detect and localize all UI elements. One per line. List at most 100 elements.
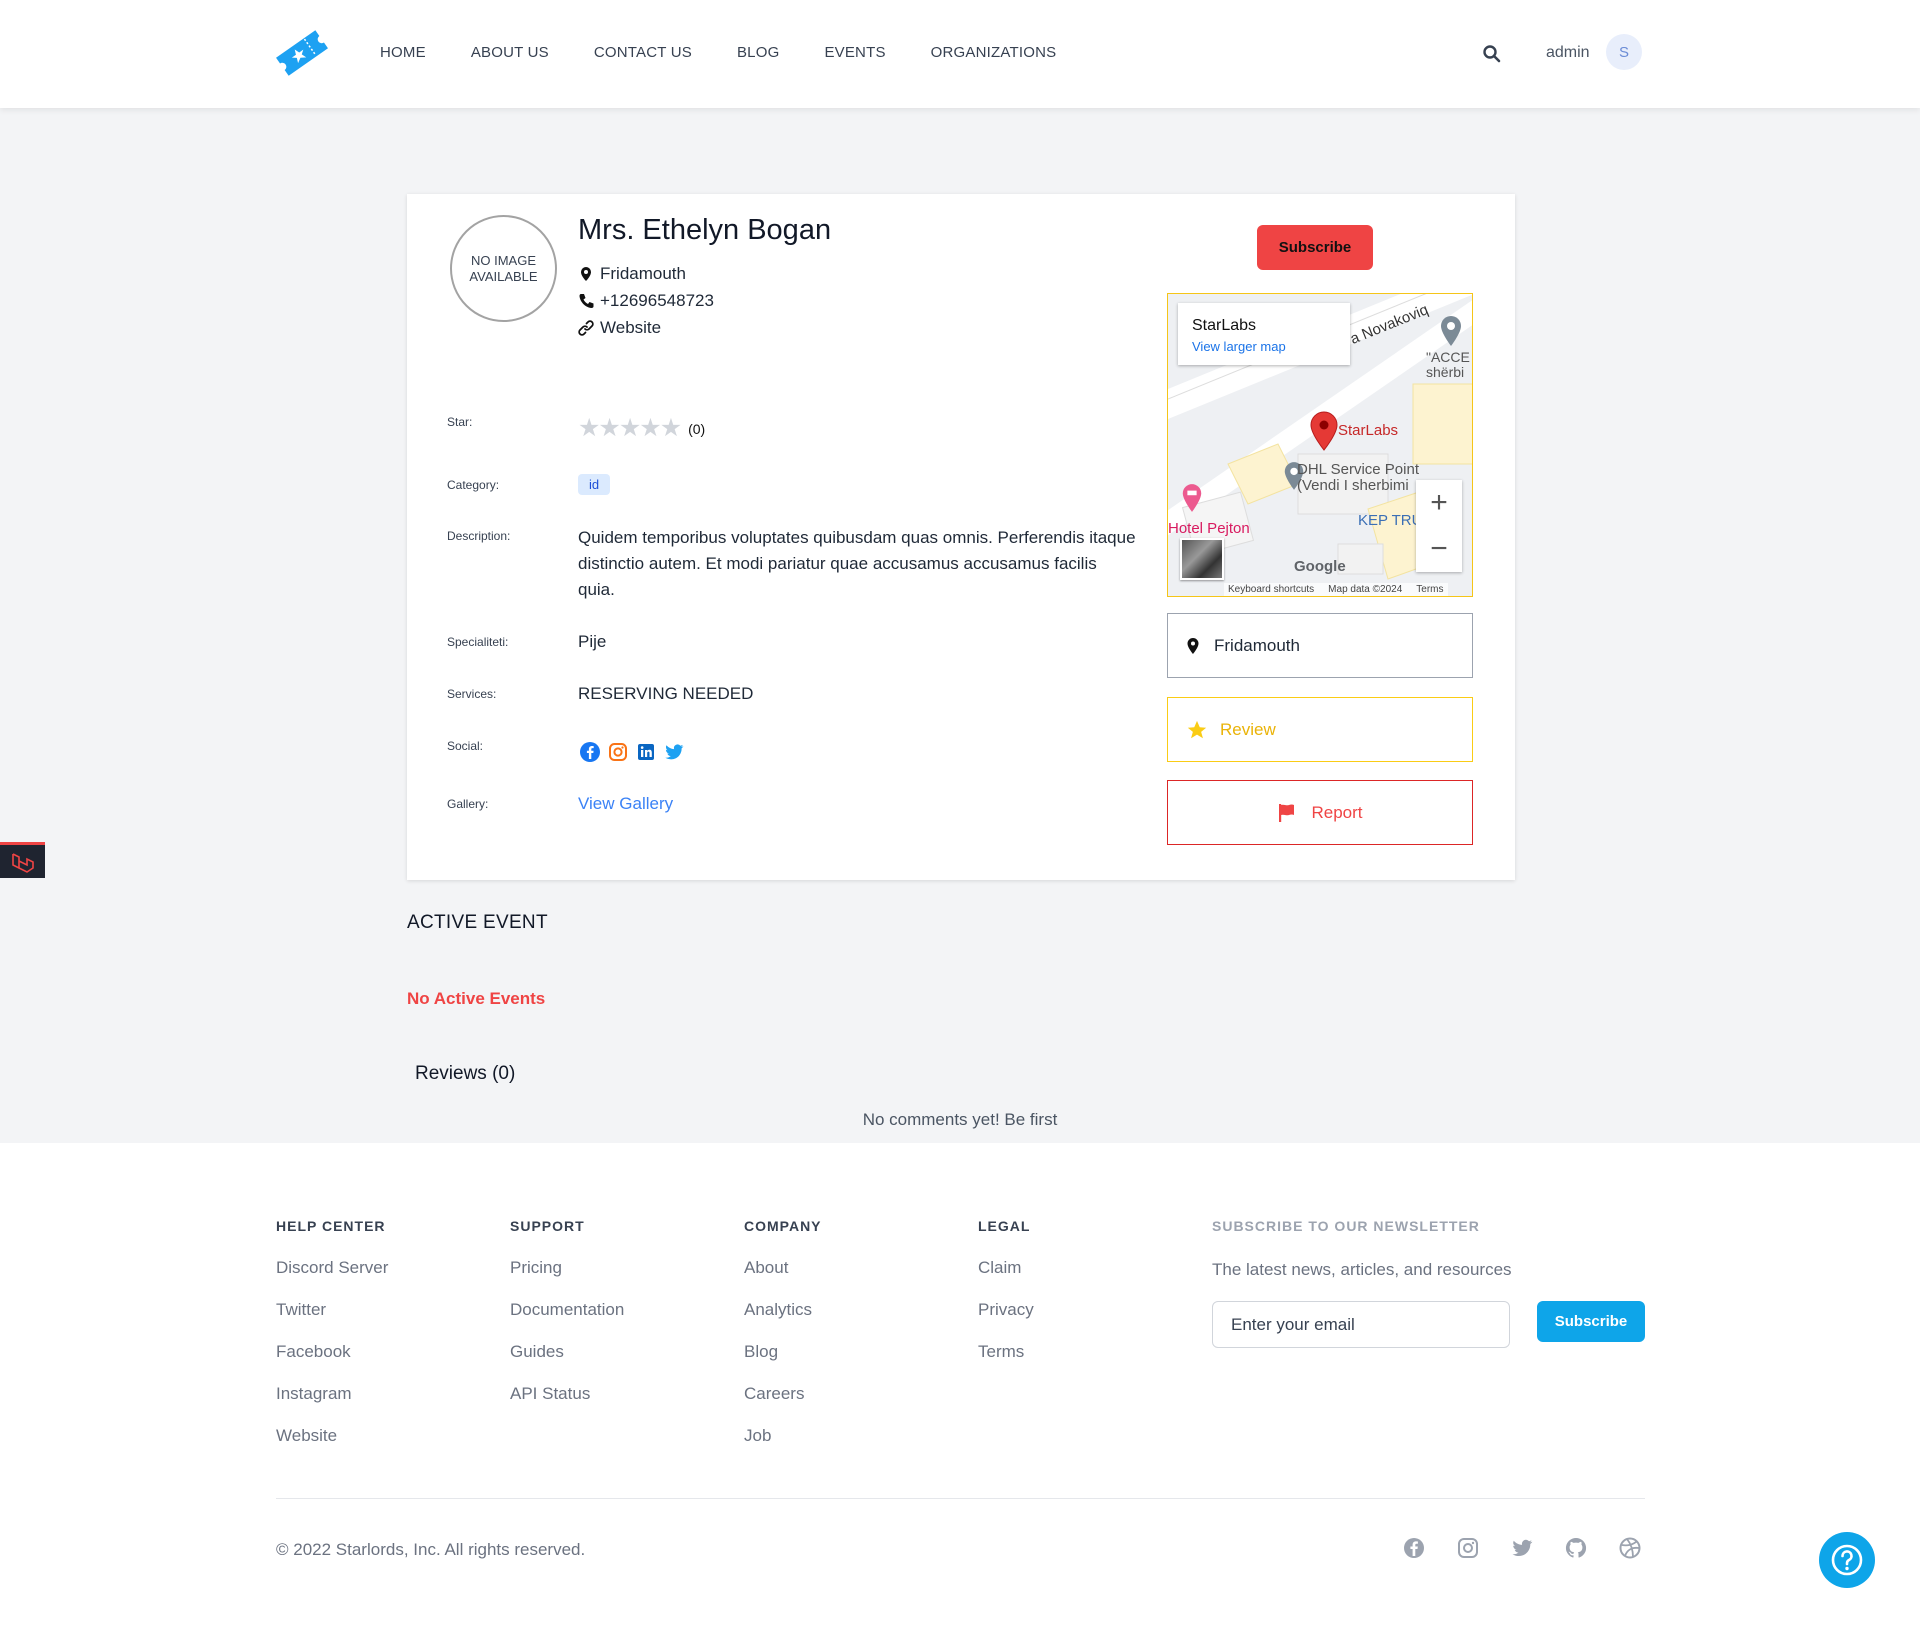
category-label: Category:	[447, 478, 500, 492]
footer-link[interactable]: Pricing	[510, 1258, 624, 1278]
main-nav: HOME ABOUT US CONTACT US BLOG EVENTS ORG…	[380, 44, 1101, 61]
footer-link[interactable]: Guides	[510, 1342, 624, 1362]
view-larger-map-link[interactable]: View larger map	[1192, 339, 1336, 354]
active-event-heading: ACTIVE EVENT	[407, 912, 548, 933]
newsletter-subscribe-button[interactable]: Subscribe	[1537, 1301, 1645, 1342]
location-map[interactable]: StarLabs View larger map a Novakoviq "AC…	[1167, 293, 1473, 597]
map-zoom-out-button[interactable]: −	[1416, 526, 1462, 572]
services-value: RESERVING NEEDED	[578, 684, 754, 703]
no-active-events-text: No Active Events	[407, 989, 546, 1008]
map-poi-acce: "ACCE shërbi	[1426, 350, 1470, 380]
nav-home[interactable]: HOME	[380, 44, 426, 61]
footer-link[interactable]: Twitter	[276, 1300, 388, 1320]
nav-contact-us[interactable]: CONTACT US	[594, 44, 692, 61]
newsletter-heading: SUBSCRIBE TO OUR NEWSLETTER	[1212, 1218, 1480, 1234]
newsletter-text: The latest news, articles, and resources	[1212, 1260, 1512, 1279]
star-icon	[1187, 720, 1207, 738]
avatar[interactable]: S	[1606, 34, 1642, 70]
footer-col-title: SUPPORT	[510, 1218, 585, 1234]
footer-divider	[276, 1498, 1645, 1499]
footer-link[interactable]: Terms	[978, 1342, 1034, 1362]
map-data-credit: Map data ©2024	[1328, 584, 1403, 595]
profile-website-link[interactable]: Website	[600, 318, 661, 338]
footer-col-title: HELP CENTER	[276, 1218, 386, 1234]
star-icon[interactable]: ★	[619, 416, 641, 441]
speciality-label: Specialiteti:	[447, 635, 509, 649]
nav-blog[interactable]: BLOG	[737, 44, 779, 61]
nav-about-us[interactable]: ABOUT US	[471, 44, 549, 61]
ticket-star-logo-icon[interactable]	[272, 26, 332, 80]
footer-link[interactable]: Job	[744, 1426, 822, 1446]
search-icon[interactable]	[1482, 44, 1502, 64]
reviews-heading: Reviews (0)	[415, 1063, 516, 1084]
debugbar-toggle[interactable]	[0, 842, 45, 878]
nav-organizations[interactable]: ORGANIZATIONS	[931, 44, 1057, 61]
organizer-profile-card: NO IMAGE AVAILABLE Mrs. Ethelyn Bogan Fr…	[407, 194, 1515, 880]
location-box[interactable]: Fridamouth	[1167, 613, 1473, 678]
profile-phone: +12696548723	[578, 291, 714, 311]
nav-events[interactable]: EVENTS	[824, 44, 885, 61]
star-icon[interactable]: ★	[660, 416, 682, 441]
footer-link[interactable]: Blog	[744, 1342, 822, 1362]
footer-link[interactable]: Analytics	[744, 1300, 822, 1320]
view-gallery-link[interactable]: View Gallery	[578, 794, 673, 814]
subscribe-button[interactable]: Subscribe	[1257, 225, 1373, 270]
footer-link[interactable]: Careers	[744, 1384, 822, 1404]
footer-col-title: COMPANY	[744, 1218, 822, 1234]
social-label: Social:	[447, 739, 484, 753]
footer-link[interactable]: Facebook	[276, 1342, 388, 1362]
copyright-text: © 2022 Starlords, Inc. All rights reserv…	[276, 1540, 586, 1559]
footer-link[interactable]: Documentation	[510, 1300, 624, 1320]
question-circle-icon	[1831, 1544, 1863, 1576]
profile-name: Mrs. Ethelyn Bogan	[578, 214, 832, 246]
gallery-label: Gallery:	[447, 797, 489, 811]
map-place-card: StarLabs View larger map	[1178, 303, 1350, 365]
map-place-title: StarLabs	[1192, 317, 1257, 334]
github-icon[interactable]	[1564, 1536, 1588, 1560]
footer-link[interactable]: Discord Server	[276, 1258, 388, 1278]
laravel-icon	[11, 852, 34, 873]
map-zoom-controls: + −	[1416, 480, 1462, 572]
footer-link[interactable]: Instagram	[276, 1384, 388, 1404]
star-icon[interactable]: ★	[578, 416, 600, 441]
review-button[interactable]: Review	[1167, 697, 1473, 762]
twitter-icon[interactable]	[1510, 1536, 1534, 1560]
linkedin-icon[interactable]	[635, 741, 657, 763]
map-terms-link[interactable]: Terms	[1416, 584, 1443, 595]
user-name[interactable]: admin	[1546, 44, 1590, 62]
profile-website[interactable]: Website	[578, 318, 661, 338]
profile-image-placeholder: NO IMAGE AVAILABLE	[450, 215, 557, 322]
facebook-icon[interactable]	[579, 741, 601, 763]
report-button-label: Report	[1311, 802, 1363, 822]
dribbble-icon[interactable]	[1618, 1536, 1642, 1560]
footer-link[interactable]: Website	[276, 1426, 388, 1446]
description-text: Quidem temporibus voluptates quibusdam q…	[578, 528, 1136, 599]
newsletter-email-input[interactable]	[1212, 1301, 1510, 1348]
facebook-icon[interactable]	[1402, 1536, 1426, 1560]
map-poi-acce-title: "ACCE	[1426, 349, 1470, 365]
profile-phone-text[interactable]: +12696548723	[600, 291, 714, 311]
twitter-icon[interactable]	[663, 741, 685, 763]
star-label: Star:	[447, 415, 473, 429]
instagram-icon[interactable]	[1456, 1536, 1480, 1560]
footer-link[interactable]: About	[744, 1258, 822, 1278]
street-view-thumbnail[interactable]	[1180, 538, 1224, 580]
site-footer: HELP CENTER Discord Server Twitter Faceb…	[0, 1143, 1920, 1634]
footer-link[interactable]: API Status	[510, 1384, 624, 1404]
star-icon[interactable]: ★	[639, 416, 661, 441]
star-rating[interactable]: ★ ★ ★ ★ ★ (0)	[578, 416, 705, 441]
map-zoom-in-button[interactable]: +	[1416, 480, 1462, 526]
footer-link[interactable]: Privacy	[978, 1300, 1034, 1320]
help-chat-button[interactable]	[1819, 1532, 1875, 1588]
report-button[interactable]: Report	[1167, 780, 1473, 845]
map-marker-red-icon[interactable]	[1308, 410, 1340, 452]
map-poi-acce-sub: shërbi	[1426, 364, 1465, 380]
top-navbar: HOME ABOUT US CONTACT US BLOG EVENTS ORG…	[0, 0, 1920, 108]
footer-link[interactable]: Claim	[978, 1258, 1034, 1278]
map-poi-hotel: Hotel Pejton	[1168, 520, 1250, 537]
instagram-icon[interactable]	[607, 741, 629, 763]
star-icon[interactable]: ★	[598, 416, 620, 441]
map-keyboard-shortcuts[interactable]: Keyboard shortcuts	[1228, 584, 1314, 595]
footer-social-links	[1402, 1536, 1642, 1560]
map-poi-dhl-title: DHL Service Point	[1297, 461, 1419, 478]
